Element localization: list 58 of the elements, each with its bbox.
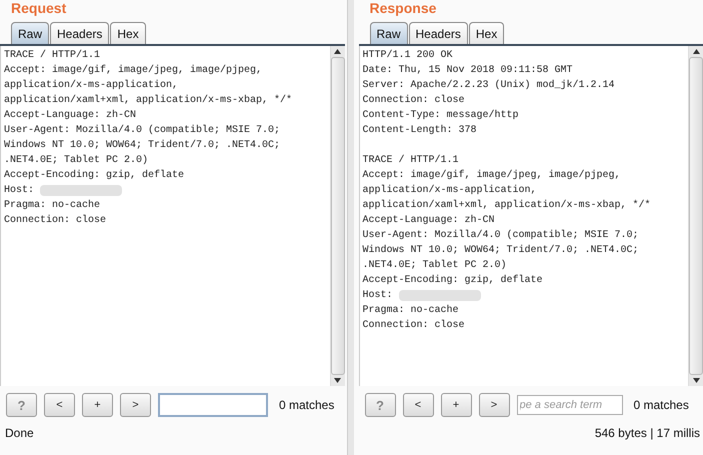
code-line: HTTP/1.1 200 OK xyxy=(362,48,453,63)
scroll-down-icon[interactable] xyxy=(692,378,700,383)
code-line: Host: xyxy=(362,289,393,303)
scroll-up-icon[interactable] xyxy=(692,49,700,54)
code-line: Pragma: no-cache xyxy=(4,198,100,213)
tab[interactable]: Headers xyxy=(50,22,110,44)
code-line: User-Agent: Mozilla/4.0 (compatible; MSIE 7.0; xyxy=(362,228,639,243)
panel-title: Request xyxy=(10,0,68,18)
code-line: Accept-Encoding: gzip, deflate xyxy=(4,168,184,183)
toolbar-button[interactable]: + xyxy=(440,393,472,417)
code-line: Accept-Encoding: gzip, deflate xyxy=(362,274,543,288)
tab[interactable]: Hex xyxy=(468,22,504,44)
code-line: Content-Length: 378 xyxy=(362,124,477,138)
code-line: Accept-Language: zh-CN xyxy=(362,214,495,228)
toolbar-button[interactable]: > xyxy=(120,393,151,417)
code-line: Accept: image/gif, image/jpeg, image/pjpeg, xyxy=(362,168,621,183)
scroll-up-icon[interactable] xyxy=(334,49,341,54)
code-line: Connection: close xyxy=(362,94,465,108)
scroll-down-icon[interactable] xyxy=(334,378,341,383)
tab[interactable]: Headers xyxy=(408,22,468,44)
toolbar-button[interactable]: < xyxy=(402,393,434,417)
toolbar-button[interactable]: + xyxy=(82,393,113,417)
search-field[interactable] xyxy=(158,393,268,417)
tab[interactable]: Raw xyxy=(11,22,50,44)
tab[interactable]: Hex xyxy=(110,22,146,44)
code-line: Connection: close xyxy=(362,318,465,333)
status-text: 546 bytes | 17 millis xyxy=(594,426,700,440)
tab[interactable]: Raw xyxy=(370,22,408,44)
code-line: Pragma: no-cache xyxy=(362,304,459,318)
code-line: application/x-ms-application, xyxy=(4,78,178,93)
code-line: Accept-Language: zh-CN xyxy=(4,108,136,123)
code-line: Windows NT 10.0; WOW64; Trident/7.0; .NET4.0C; xyxy=(4,138,280,153)
code-line: .NET4.0E; Tablet PC 2.0) xyxy=(4,154,148,168)
code-line: .NET4.0E; Tablet PC 2.0) xyxy=(362,258,507,273)
code-line: Server: Apache/2.2.23 (Unix) mod_jk/1.2.14 xyxy=(362,78,615,93)
code-line: Host: xyxy=(4,184,34,198)
message-editor[interactable] xyxy=(358,46,703,386)
code-line: application/x-ms-application, xyxy=(362,184,537,198)
status-text: Done xyxy=(5,426,34,440)
scrollbar[interactable] xyxy=(330,46,344,386)
panel-title: Response xyxy=(368,0,438,18)
code-line: Content-Type: message/http xyxy=(362,108,519,123)
toolbar-button[interactable]: > xyxy=(478,393,510,417)
code-line: TRACE / HTTP/1.1 xyxy=(362,154,459,168)
message-editor[interactable] xyxy=(0,46,344,386)
match-count: 0 matches xyxy=(634,398,689,412)
code-line: User-Agent: Mozilla/4.0 (compatible; MSIE 7.0; xyxy=(4,124,280,138)
code-line: application/xaml+xml, application/x-ms-xbap, */* xyxy=(362,198,651,213)
toolbar-button[interactable]: < xyxy=(44,393,75,417)
search-field[interactable]: pe a search term xyxy=(516,395,622,415)
code-line: TRACE / HTTP/1.1 xyxy=(4,48,100,63)
code-line: Date: Thu, 15 Nov 2018 09:11:58 GMT xyxy=(362,64,573,78)
code-line: Connection: close xyxy=(4,214,106,228)
match-count: 0 matches xyxy=(279,398,334,412)
scrollbar[interactable] xyxy=(688,46,703,386)
code-line: Accept: image/gif, image/jpeg, image/pjpeg, xyxy=(4,64,262,78)
code-line: Windows NT 10.0; WOW64; Trident/7.0; .NET4.0C; xyxy=(362,244,639,258)
code-line: application/xaml+xml, application/x-ms-xbap, */* xyxy=(4,94,292,108)
